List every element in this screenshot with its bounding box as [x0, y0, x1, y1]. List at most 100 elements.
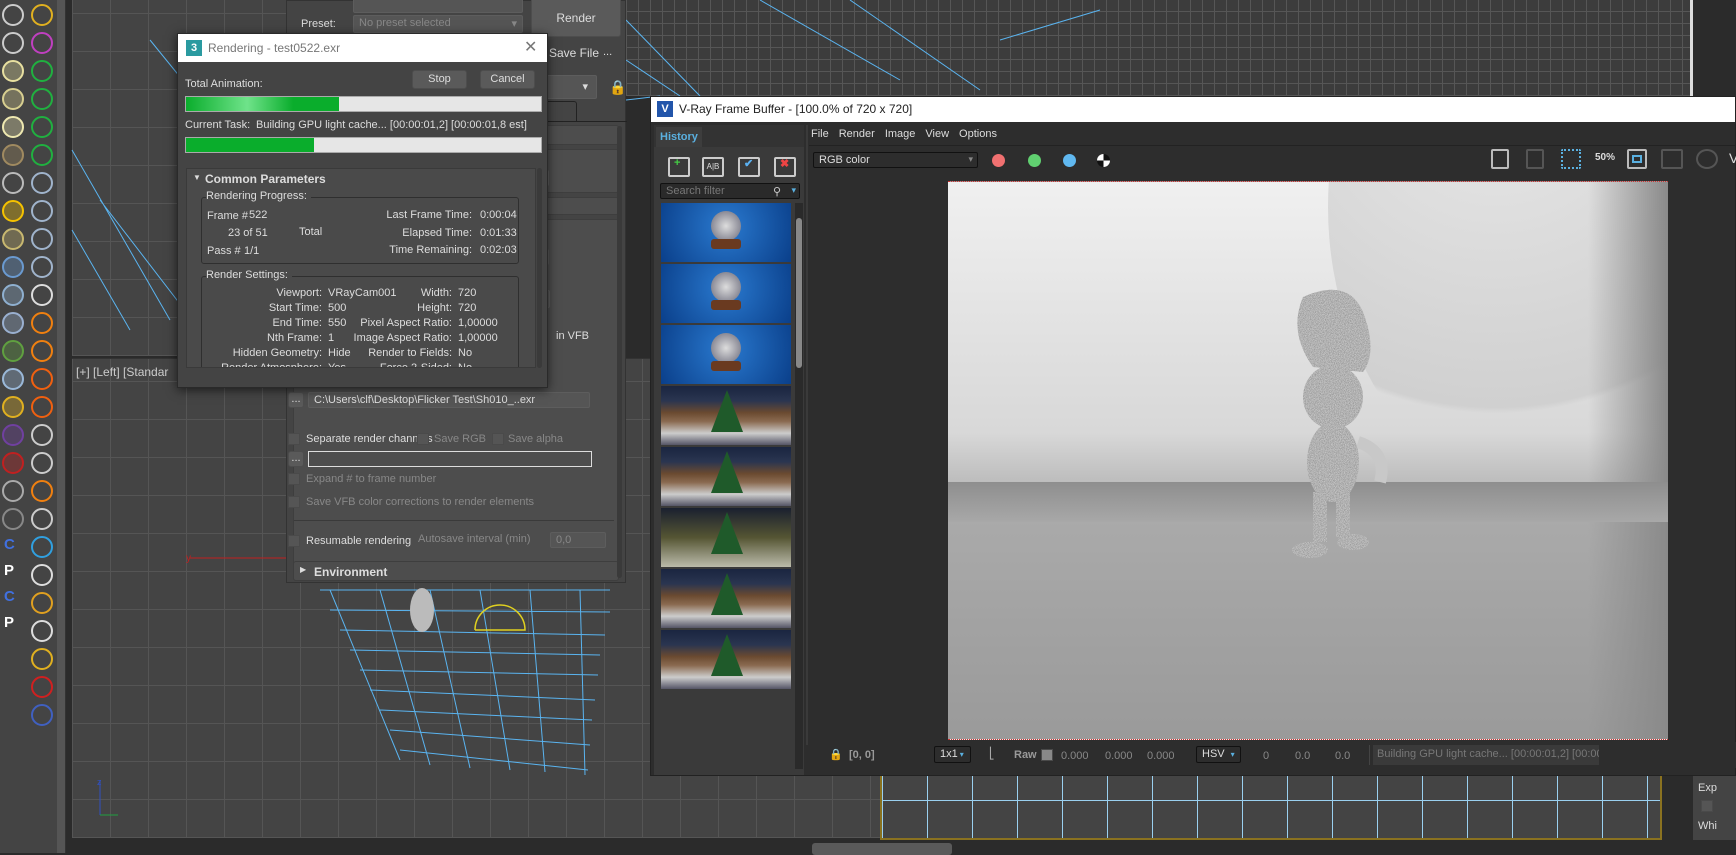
toolbar-scrollbar[interactable]	[57, 0, 65, 853]
frame-icon[interactable]	[1627, 149, 1647, 169]
splash-icon[interactable]	[31, 648, 53, 670]
expand-frame-checkbox[interactable]	[288, 473, 300, 485]
save-rgb-checkbox[interactable]	[417, 433, 429, 445]
save-image-icon[interactable]	[1491, 149, 1509, 169]
history-scrollbar[interactable]	[795, 203, 803, 769]
material-icon[interactable]	[2, 424, 24, 446]
ab-compare-icon[interactable]: A|B	[702, 157, 724, 177]
cube-icon[interactable]	[31, 32, 53, 54]
explosion-icon[interactable]	[31, 368, 53, 390]
dialog-scrollbar[interactable]	[537, 168, 542, 368]
cloud-icon[interactable]	[31, 508, 53, 530]
history-item-snowglobe[interactable]	[661, 203, 791, 262]
red-splash-icon[interactable]	[31, 676, 53, 698]
mono-channel-icon[interactable]	[1097, 154, 1110, 167]
grid-objects-icon[interactable]	[2, 256, 24, 278]
light-plane-icon[interactable]	[2, 60, 24, 82]
vray-icon[interactable]: V	[1729, 150, 1736, 166]
separate-channels-checkbox[interactable]	[288, 433, 300, 445]
teapot-render-icon[interactable]	[1696, 149, 1718, 169]
panel-scrollbar[interactable]	[617, 126, 622, 578]
ball-icon[interactable]	[2, 368, 24, 390]
green-channel-icon[interactable]	[1028, 154, 1041, 167]
sun-icon[interactable]	[2, 200, 24, 222]
save-to-history-icon[interactable]: +	[668, 157, 690, 177]
channels-path-field[interactable]	[308, 451, 592, 467]
clear-image-icon[interactable]	[1526, 149, 1544, 169]
load-history-icon[interactable]: ✔	[738, 157, 760, 177]
list-icon[interactable]	[31, 284, 53, 306]
sample-size-dropdown[interactable]: 1x1 ▾	[934, 746, 971, 763]
splitter[interactable]	[806, 125, 808, 745]
browse-channels-button[interactable]: ...	[288, 451, 304, 467]
play-icon[interactable]	[31, 172, 53, 194]
water-icon[interactable]	[31, 536, 53, 558]
sphere-icon[interactable]	[2, 284, 24, 306]
channel-dropdown[interactable]: RGB color ▾	[813, 152, 978, 168]
camera-icon[interactable]	[2, 4, 24, 26]
trash-icon[interactable]	[31, 256, 53, 278]
save-file-browse[interactable]: ...	[603, 46, 612, 58]
fire-box-icon[interactable]	[31, 340, 53, 362]
toolbar-letter-button[interactable]: C	[0, 588, 26, 614]
curve-icon[interactable]: ⎣	[989, 747, 995, 760]
color-mode-dropdown[interactable]: HSV ▾	[1196, 746, 1241, 763]
render-image[interactable]	[948, 181, 1668, 740]
dots-icon[interactable]	[2, 396, 24, 418]
box-icon[interactable]	[31, 564, 53, 586]
mesh-light-icon[interactable]	[2, 172, 24, 194]
explosion-box-icon[interactable]	[31, 396, 53, 418]
toolbar-letter-button[interactable]: P	[0, 614, 26, 640]
history-tab[interactable]: History	[656, 127, 702, 147]
resumable-checkbox[interactable]	[288, 535, 300, 547]
region-render-icon[interactable]	[1561, 149, 1581, 169]
history-item-christmas-hall[interactable]	[661, 630, 791, 689]
red-channel-icon[interactable]	[992, 154, 1005, 167]
zoom-50-icon[interactable]: 50%	[1595, 152, 1615, 163]
stop-button[interactable]: Stop	[412, 70, 467, 89]
history-search-input[interactable]: Search filter ⚲ ▾	[660, 183, 800, 199]
arrow-icon[interactable]	[31, 88, 53, 110]
light-sphere-icon[interactable]	[2, 116, 24, 138]
render-interactive-icon[interactable]	[1661, 149, 1683, 169]
menu-file[interactable]: File	[811, 128, 829, 140]
menu-view[interactable]: View	[925, 128, 949, 140]
close-icon[interactable]: ✕	[524, 37, 537, 57]
toolbar-letter-button[interactable]: C	[0, 536, 26, 562]
preset-dropdown[interactable]: No preset selected ▾	[353, 15, 523, 33]
render-button[interactable]: Render	[531, 0, 621, 37]
save-vfb-cc-checkbox[interactable]	[288, 496, 300, 508]
browse-path-button[interactable]: ...	[288, 392, 304, 408]
coffee-icon[interactable]	[31, 620, 53, 642]
teapot-icon[interactable]	[2, 144, 24, 166]
history-item-snowglobe[interactable]	[661, 264, 791, 323]
blue-channel-icon[interactable]	[1063, 154, 1076, 167]
collapse-arrow-icon[interactable]: ▼	[193, 173, 201, 182]
smoke-icon[interactable]	[31, 424, 53, 446]
region-icon[interactable]	[2, 452, 24, 474]
camera2-icon[interactable]	[2, 32, 24, 54]
history-item-snowglobe[interactable]	[661, 325, 791, 384]
output-path-field[interactable]: C:\Users\clf\Desktop\Flicker Test\Sh010_…	[308, 392, 590, 408]
save-alpha-checkbox[interactable]	[492, 433, 504, 445]
history-item-christmas-hall[interactable]	[661, 447, 791, 506]
ies-light-icon[interactable]	[2, 228, 24, 250]
light-dome-icon[interactable]	[2, 88, 24, 110]
cancel-button[interactable]: Cancel	[480, 70, 535, 89]
smoke-trail-icon[interactable]	[31, 452, 53, 474]
import-icon[interactable]	[2, 480, 24, 502]
viewport-label[interactable]: [+] [Left] [Standar	[76, 365, 168, 379]
fire-icon[interactable]	[31, 312, 53, 334]
raw-checkbox[interactable]	[1041, 749, 1053, 761]
autosave-spinner[interactable]: 0,0	[550, 532, 606, 548]
history-item-christmas-hall-noisy[interactable]	[661, 508, 791, 567]
beer-icon[interactable]	[31, 592, 53, 614]
checker-icon[interactable]	[31, 116, 53, 138]
pause-icon[interactable]	[31, 200, 53, 222]
rollout-environment[interactable]: ▶ Environment	[293, 561, 619, 581]
toolbar-letter-button[interactable]: P	[0, 562, 26, 588]
plants-icon[interactable]	[2, 340, 24, 362]
help-icon[interactable]	[2, 508, 24, 530]
flame-icon[interactable]	[31, 480, 53, 502]
render-icon[interactable]	[31, 704, 53, 726]
